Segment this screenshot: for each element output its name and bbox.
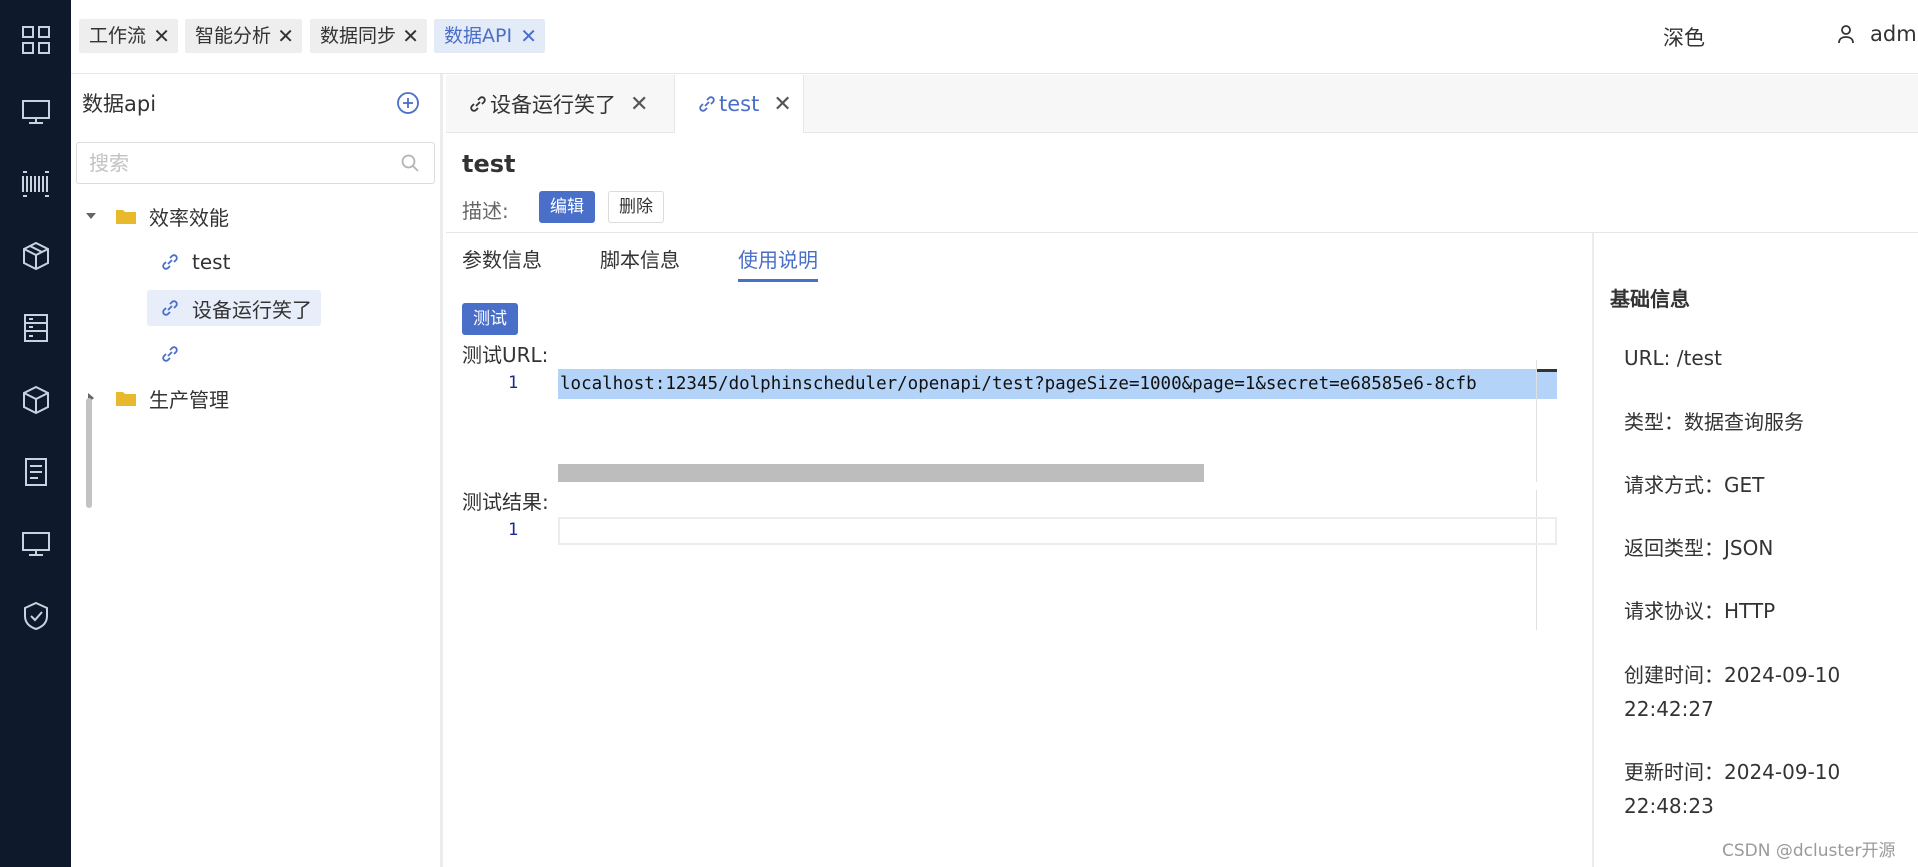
- line-number: 1: [508, 520, 519, 540]
- editor-cursor: [1537, 369, 1557, 372]
- close-icon[interactable]: ✕: [630, 92, 648, 117]
- search-box: [76, 142, 435, 184]
- tab-params[interactable]: 参数信息: [462, 244, 542, 273]
- user-name: admin: [1870, 22, 1918, 46]
- editor-ruler: [1536, 360, 1537, 482]
- nav-cube-icon[interactable]: [0, 220, 71, 292]
- tree-node-label: 效率效能: [149, 205, 229, 230]
- user-icon: [1838, 25, 1854, 44]
- editor-tab-label: test: [719, 92, 760, 116]
- editor-tabs: 设备运行笑了 ✕ test ✕: [446, 75, 1918, 133]
- app-tab-sync[interactable]: 数据同步 ✕: [310, 19, 427, 53]
- plus-circle-icon: [397, 92, 419, 114]
- tree-node-label: test: [192, 250, 231, 274]
- close-icon[interactable]: ✕: [402, 19, 419, 53]
- link-icon: [160, 298, 180, 318]
- tree-item-test[interactable]: test: [152, 244, 238, 280]
- cube-icon: [22, 241, 49, 271]
- editor-tab-label: 设备运行笑了: [490, 93, 616, 117]
- info-created: 创建时间：2024-09-10: [1624, 663, 1841, 687]
- nav-grid-icon[interactable]: [0, 4, 71, 76]
- tab-usage[interactable]: 使用说明: [738, 244, 818, 282]
- info-title: 基础信息: [1610, 287, 1690, 311]
- test-url-label: 测试URL:: [462, 343, 549, 367]
- tree-folder-efficiency[interactable]: 效率效能: [85, 198, 229, 234]
- info-url: URL: /test: [1624, 346, 1722, 370]
- document-icon: [24, 458, 47, 486]
- box-icon: [22, 385, 49, 415]
- test-result-editor[interactable]: [558, 517, 1557, 545]
- app-tab-label: 数据API: [444, 25, 513, 47]
- link-icon: [697, 94, 717, 114]
- info-created-time: 22:42:27: [1624, 697, 1714, 721]
- nav-barcode-icon[interactable]: [0, 148, 71, 220]
- nav-shield-icon[interactable]: [0, 580, 71, 652]
- close-icon[interactable]: ✕: [520, 19, 537, 53]
- app-tab-data-api[interactable]: 数据API ✕: [434, 19, 545, 53]
- theme-toggle[interactable]: 深色: [1663, 22, 1705, 52]
- basic-info-panel: 基础信息 URL: /test 类型：数据查询服务 请求方式：GET 返回类型：…: [1592, 233, 1918, 867]
- tree-item-unnamed[interactable]: [152, 336, 200, 372]
- tab-script[interactable]: 脚本信息: [600, 244, 680, 273]
- folder-icon: [116, 392, 136, 406]
- editor-tab-test[interactable]: test ✕: [674, 75, 804, 133]
- edit-button[interactable]: 编辑: [539, 191, 595, 223]
- nav-display-icon[interactable]: [0, 508, 71, 580]
- link-icon: [468, 94, 488, 114]
- info-updated-time: 22:48:23: [1624, 794, 1714, 818]
- delete-button[interactable]: 删除: [608, 191, 664, 223]
- display-icon: [21, 532, 50, 556]
- add-api-button[interactable]: [395, 90, 421, 116]
- app-root: 工作流 ✕ 智能分析 ✕ 数据同步 ✕ 数据API ✕ 深色 admin 数据a…: [0, 0, 1918, 867]
- link-icon: [160, 344, 180, 364]
- tree-folder-production[interactable]: 生产管理: [85, 380, 229, 416]
- panel-title: 数据api: [82, 92, 157, 116]
- info-updated: 更新时间：2024-09-10: [1624, 760, 1841, 784]
- nav-document-icon[interactable]: [0, 436, 71, 508]
- info-protocol: 请求协议：HTTP: [1624, 599, 1776, 623]
- server-icon: [23, 314, 48, 342]
- info-method: 请求方式：GET: [1624, 473, 1765, 497]
- search-input[interactable]: [77, 143, 377, 183]
- nav-monitor-icon[interactable]: [0, 76, 71, 148]
- search-icon[interactable]: [400, 153, 420, 173]
- line-number: 1: [508, 373, 519, 393]
- nav-box-icon[interactable]: [0, 364, 71, 436]
- monitor-icon: [21, 100, 50, 124]
- top-bar: 工作流 ✕ 智能分析 ✕ 数据同步 ✕ 数据API ✕ 深色 admin: [71, 0, 1918, 74]
- grid-icon: [21, 26, 50, 54]
- app-tab-workflow[interactable]: 工作流 ✕: [79, 19, 178, 53]
- tree-node-label: 生产管理: [149, 387, 229, 412]
- editor-horizontal-scrollbar[interactable]: [558, 464, 1204, 482]
- info-return-type: 返回类型：JSON: [1624, 536, 1774, 560]
- folder-icon: [116, 210, 136, 224]
- link-icon: [160, 252, 180, 272]
- app-tab-label: 工作流: [89, 25, 147, 47]
- tree-node-label: 设备运行笑了: [192, 297, 312, 322]
- api-tree-panel: 数据api 效率效能 test 设备运行笑了: [71, 74, 443, 867]
- test-result-label: 测试结果:: [462, 490, 549, 514]
- description-label: 描述:: [462, 199, 509, 223]
- test-url-editor[interactable]: localhost:12345/dolphinscheduler/openapi…: [558, 369, 1557, 399]
- app-tab-label: 数据同步: [320, 25, 397, 47]
- caret-down-icon[interactable]: [85, 210, 97, 222]
- app-tab-label: 智能分析: [195, 25, 272, 47]
- barcode-icon: [21, 171, 49, 197]
- info-type: 类型：数据查询服务: [1624, 410, 1804, 434]
- test-button[interactable]: 测试: [462, 303, 518, 335]
- close-icon[interactable]: ✕: [277, 19, 294, 53]
- nav-server-icon[interactable]: [0, 292, 71, 364]
- editor-ruler: [1536, 490, 1537, 630]
- app-tab-analysis[interactable]: 智能分析 ✕: [185, 19, 302, 53]
- close-icon[interactable]: ✕: [153, 19, 170, 53]
- page-title: test: [462, 150, 516, 178]
- shield-check-icon: [23, 601, 48, 631]
- watermark: CSDN @dcluster开源: [1722, 841, 1896, 861]
- editor-tab-equipment[interactable]: 设备运行笑了 ✕: [446, 75, 671, 133]
- tree-scrollbar[interactable]: [86, 398, 92, 508]
- user-menu[interactable]: admin: [1836, 22, 1918, 46]
- nav-rail: [0, 0, 71, 867]
- tree-item-equipment[interactable]: 设备运行笑了: [147, 290, 321, 326]
- close-icon[interactable]: ✕: [773, 92, 791, 117]
